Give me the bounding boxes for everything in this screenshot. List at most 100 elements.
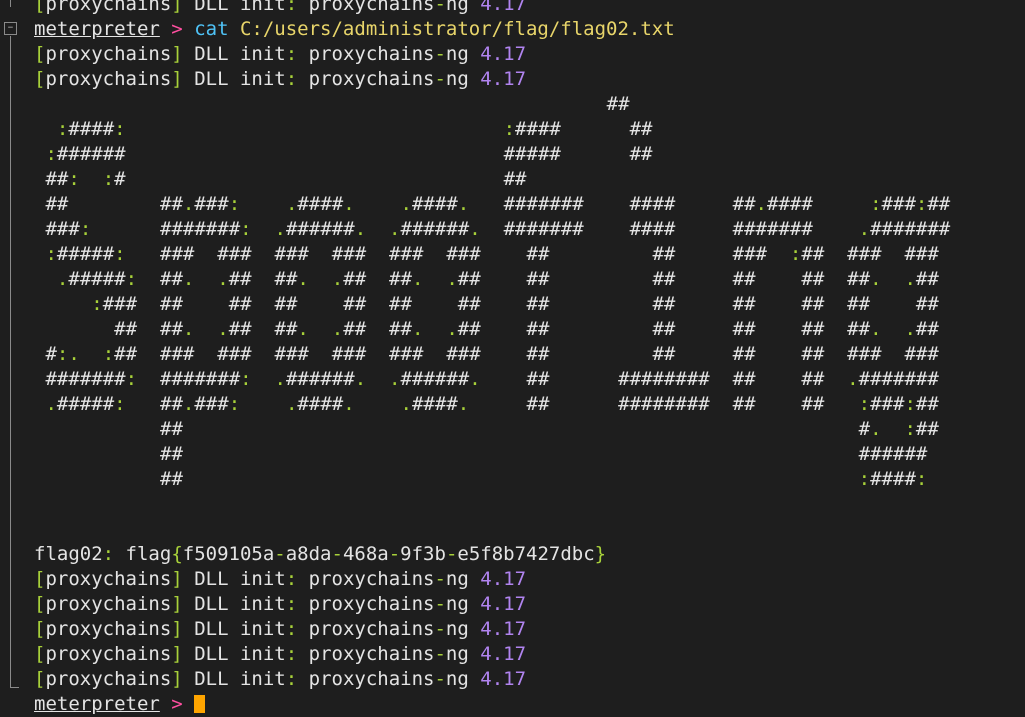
proxychains-line: [proxychains] DLL init: proxychains-ng 4… bbox=[34, 642, 1019, 667]
ascii-art-text: :#####: ### ### ### ### ### ### ## ## ##… bbox=[45, 243, 939, 265]
ascii-art-row: #######: #######: .######. .######. ## #… bbox=[34, 367, 1019, 392]
proxy-tag: proxychains bbox=[45, 43, 172, 65]
dash: - bbox=[434, 618, 446, 640]
proxy-version: 4.17 bbox=[480, 618, 527, 640]
bracket-close: ] bbox=[171, 43, 183, 65]
prompt-arrow: > bbox=[171, 18, 183, 40]
bracket-open: [ bbox=[34, 618, 46, 640]
ascii-art-text: ## :####: bbox=[159, 468, 928, 490]
meterpreter-prompt-line: meterpreter > cat C:/users/administrator… bbox=[34, 17, 1019, 42]
colon: : bbox=[285, 568, 298, 590]
proxy-version: 4.17 bbox=[480, 668, 527, 690]
flag-prefix: flag bbox=[125, 543, 172, 565]
meterpreter-prompt-line[interactable]: meterpreter > bbox=[34, 692, 1019, 717]
proxy-message: DLL init bbox=[194, 568, 286, 590]
fold-guide-line bbox=[10, 36, 11, 688]
proxychains-line: [proxychains] DLL init: proxychains-ng 4… bbox=[34, 667, 1019, 692]
dash: - bbox=[434, 643, 446, 665]
dash: - bbox=[434, 668, 446, 690]
ascii-art-row: ## ###### bbox=[34, 442, 1019, 467]
prompt-name: meterpreter bbox=[34, 693, 160, 715]
flag-label: flag02 bbox=[34, 543, 103, 565]
fold-guide-end bbox=[10, 687, 19, 688]
proxy-lib-name: proxychains bbox=[308, 618, 435, 640]
ascii-art-row: .#####: ##. .## ##. .## ##. .## ## ## ##… bbox=[34, 267, 1019, 292]
ascii-art-text: ###: #######: .######. .######. ####### … bbox=[45, 218, 951, 240]
ascii-art-text: ##: :# ## bbox=[45, 168, 527, 190]
proxy-version: 4.17 bbox=[480, 593, 527, 615]
cursor-icon[interactable] bbox=[194, 695, 206, 713]
ascii-art-row: ## ##. .## ##. .## ##. .## ## ## ## ## #… bbox=[34, 317, 1019, 342]
ascii-art-row: #:. :## ### ### ### ### ### ### ## ## ##… bbox=[34, 342, 1019, 367]
prompt-arrow: > bbox=[171, 693, 183, 715]
proxy-lib-suffix: ng bbox=[445, 643, 469, 665]
dash: - bbox=[274, 543, 286, 565]
proxy-tag: proxychains bbox=[45, 0, 172, 15]
ascii-art-row: :### ## ## ## ## ## ## ## ## ## ## ## ## bbox=[34, 292, 1019, 317]
bracket-open: [ bbox=[34, 568, 46, 590]
dash: - bbox=[434, 68, 446, 90]
proxychains-line: [proxychains] DLL init: proxychains-ng 4… bbox=[34, 67, 1019, 92]
proxy-version: 4.17 bbox=[480, 568, 527, 590]
ascii-art-row bbox=[34, 492, 1019, 517]
flag-part: f509105a bbox=[182, 543, 275, 565]
ascii-art-text: .#####: ##. .## ##. .## ##. .## ## ## ##… bbox=[56, 268, 939, 290]
ascii-art-row: ## #. :## bbox=[34, 417, 1019, 442]
dash: - bbox=[434, 593, 446, 615]
proxy-lib-suffix: ng bbox=[445, 593, 469, 615]
proxy-lib-suffix: ng bbox=[445, 668, 469, 690]
ascii-art-text: .#####: ##.###: .####. .####. ## #######… bbox=[45, 393, 939, 415]
proxy-lib-name: proxychains bbox=[308, 568, 435, 590]
bracket-close: ] bbox=[171, 568, 183, 590]
dash: - bbox=[388, 543, 401, 565]
proxychains-line: [proxychains] DLL init: proxychains-ng 4… bbox=[34, 592, 1019, 617]
proxy-lib-name: proxychains bbox=[308, 668, 435, 690]
colon: : bbox=[285, 0, 298, 15]
bracket-close: ] bbox=[171, 643, 183, 665]
ascii-art-row: ## bbox=[34, 92, 1019, 117]
proxy-lib-name: proxychains bbox=[308, 593, 435, 615]
ascii-art-row: ###: #######: .######. .######. ####### … bbox=[34, 217, 1019, 242]
proxychains-line: [proxychains] DLL init: proxychains-ng 4… bbox=[34, 0, 1019, 17]
bracket-open: [ bbox=[34, 668, 46, 690]
proxy-lib-name: proxychains bbox=[308, 43, 435, 65]
bracket-open: [ bbox=[34, 43, 46, 65]
proxy-lib-name: proxychains bbox=[308, 68, 435, 90]
proxy-message: DLL init bbox=[194, 43, 286, 65]
editor-gutter: − bbox=[0, 0, 26, 703]
dash: - bbox=[331, 543, 343, 565]
ascii-art-row: :#####: ### ### ### ### ### ### ## ## ##… bbox=[34, 242, 1019, 267]
colon: : bbox=[285, 43, 298, 65]
bracket-open: [ bbox=[34, 0, 46, 15]
proxy-message: DLL init bbox=[194, 0, 286, 15]
proxy-message: DLL init bbox=[194, 593, 286, 615]
proxy-tag: proxychains bbox=[45, 643, 172, 665]
proxy-lib-suffix: ng bbox=[445, 568, 469, 590]
ascii-art-row: :####: :#### ## bbox=[34, 117, 1019, 142]
ascii-art-text: #:. :## ### ### ### ### ### ### ## ## ##… bbox=[45, 343, 939, 365]
proxy-message: DLL init bbox=[194, 68, 286, 90]
prompt-name: meterpreter bbox=[34, 18, 160, 40]
proxy-version: 4.17 bbox=[480, 0, 527, 15]
proxychains-line: [proxychains] DLL init: proxychains-ng 4… bbox=[34, 617, 1019, 642]
bracket-open: [ bbox=[34, 643, 46, 665]
bracket-close: ] bbox=[171, 68, 183, 90]
proxy-message: DLL init bbox=[194, 643, 286, 665]
proxy-lib-suffix: ng bbox=[445, 618, 469, 640]
colon: : bbox=[102, 543, 115, 565]
bracket-close: ] bbox=[171, 618, 183, 640]
proxy-lib-name: proxychains bbox=[308, 643, 435, 665]
bracket-close: ] bbox=[171, 668, 183, 690]
bracket-open: [ bbox=[34, 593, 46, 615]
proxy-version: 4.17 bbox=[480, 68, 527, 90]
bracket-close: ] bbox=[171, 0, 183, 15]
dash: - bbox=[434, 0, 446, 15]
proxy-tag: proxychains bbox=[45, 618, 172, 640]
fold-toggle-icon[interactable]: − bbox=[4, 22, 17, 35]
ascii-art-text: ## ###### bbox=[159, 443, 928, 465]
proxy-lib-suffix: ng bbox=[445, 0, 469, 15]
flag-part: 9f3b bbox=[400, 543, 446, 565]
proxy-lib-suffix: ng bbox=[445, 43, 469, 65]
flag-part: 468a bbox=[342, 543, 389, 565]
command-path: C:/users/administrator/flag/flag02.txt bbox=[239, 18, 675, 40]
